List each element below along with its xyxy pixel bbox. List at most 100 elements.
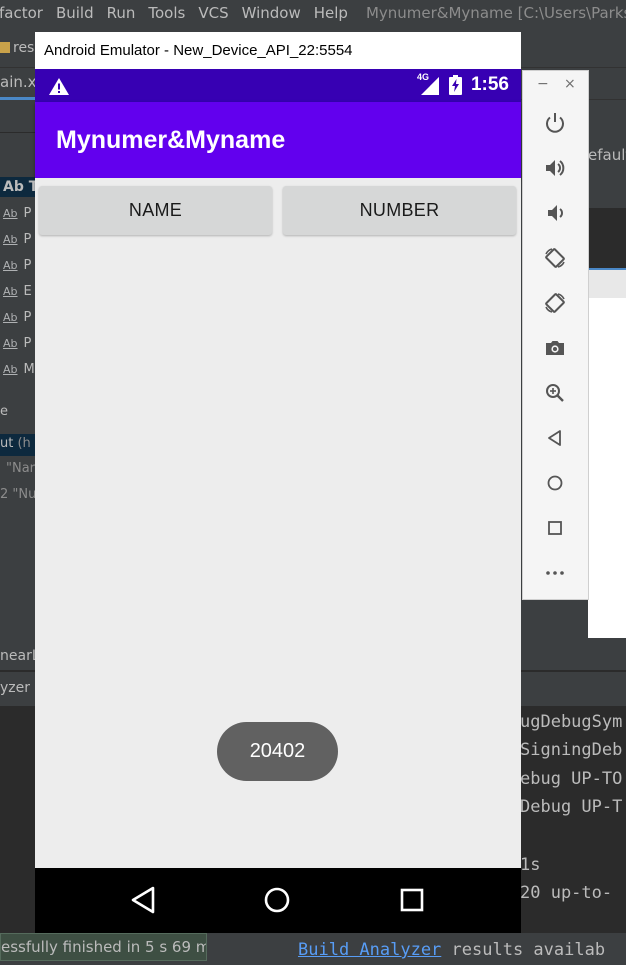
console-line: ebug UP-TO	[520, 769, 623, 789]
nav-back-button[interactable]	[125, 882, 161, 918]
palette-item-textview[interactable]: Ab T	[0, 177, 36, 197]
side-toolbar-header: − ×	[523, 71, 590, 101]
android-status-bar: 4G 1:56	[35, 69, 521, 102]
palette-item[interactable]: Ab M	[0, 359, 36, 379]
menu-run[interactable]: Run	[107, 4, 136, 22]
nav-home-button[interactable]	[259, 882, 295, 918]
component-tree-child[interactable]: "Nar	[0, 460, 36, 478]
rotate-left-button[interactable]	[540, 243, 570, 273]
emulator-side-toolbar: − ×	[522, 70, 589, 600]
component-tree-root[interactable]: ut (h	[0, 434, 36, 456]
component-child-label: "Nu	[12, 487, 36, 502]
back-triangle-icon	[131, 886, 155, 914]
more-icon	[546, 571, 564, 575]
component-tree-label: e	[0, 404, 8, 419]
text-icon: Ab	[3, 284, 18, 298]
console-line: Debug UP-T	[520, 797, 623, 817]
rotate-left-icon	[545, 248, 565, 268]
app-title: Mynumer&Myname	[56, 126, 286, 154]
minimize-button[interactable]: −	[537, 76, 549, 92]
component-tree-child[interactable]: 2 "Nu	[0, 486, 36, 504]
android-nav-bar	[35, 868, 521, 933]
toast-message: 20402	[217, 722, 338, 781]
status-time: 1:56	[470, 74, 509, 95]
warning-icon	[48, 77, 70, 100]
palette-item[interactable]: Ab P	[0, 307, 36, 327]
ide-menubar: factor Build Run Tools VCS Window Help M…	[0, 0, 626, 26]
ide-window-title: Mynumer&Myname [C:\Users\Parksm	[365, 4, 626, 22]
build-analyzer-link[interactable]: Build Analyzer	[298, 940, 441, 960]
component-child-index: 2	[0, 487, 9, 502]
power-button[interactable]	[540, 108, 570, 138]
palette-item-label: Ab T	[3, 179, 36, 195]
build-analyzer-line: Build Analyzer results availab	[298, 940, 605, 960]
palette-item-label: P	[23, 309, 32, 325]
menu-help[interactable]: Help	[314, 4, 348, 22]
overview-icon	[548, 521, 562, 535]
build-analyzer-text: results availab	[441, 940, 606, 960]
home-circle-icon	[264, 887, 290, 913]
text-icon: Ab	[3, 336, 18, 350]
power-icon	[546, 113, 564, 133]
text-icon: Ab	[3, 362, 18, 376]
console-line: SigningDeb	[520, 740, 623, 760]
back-icon	[548, 430, 561, 446]
menu-build[interactable]: Build	[56, 4, 94, 22]
close-button[interactable]: ×	[564, 76, 576, 92]
app-bar: Mynumer&Myname	[35, 102, 521, 178]
palette-item-label: E	[23, 283, 32, 299]
palette-item-label: M	[23, 361, 35, 377]
menu-vcs[interactable]: VCS	[198, 4, 228, 22]
volume-up-button[interactable]	[540, 153, 570, 183]
home-button[interactable]	[540, 468, 570, 498]
palette-item[interactable]: Ab P	[0, 333, 36, 353]
overview-square-icon	[400, 888, 424, 912]
ide-breadcrumb[interactable]: res	[0, 40, 34, 56]
menu-tools[interactable]: Tools	[148, 4, 185, 22]
palette-divider	[0, 132, 36, 133]
nav-overview-button[interactable]	[394, 882, 430, 918]
overview-button[interactable]	[540, 513, 570, 543]
palette-item[interactable]: Ab P	[0, 203, 36, 223]
text-icon: Ab	[3, 258, 18, 272]
emulator-titlebar[interactable]: Android Emulator - New_Device_API_22:555…	[35, 32, 521, 69]
text-icon: Ab	[3, 310, 18, 324]
theme-selector[interactable]: efault	[588, 146, 626, 164]
status-right-group: 4G 1:56	[417, 72, 509, 96]
home-icon	[547, 475, 563, 491]
build-analyzer-tab[interactable]: yzer	[0, 680, 30, 696]
status-message[interactable]: essfully finished in 5 s 69 ms.	[0, 933, 207, 961]
app-content: NAME NUMBER 20402	[35, 178, 521, 868]
palette-item-label: P	[23, 257, 32, 273]
name-button[interactable]: NAME	[39, 186, 272, 235]
emulator-title: Android Emulator - New_Device_API_22:555…	[44, 42, 353, 59]
rotate-right-button[interactable]	[540, 288, 570, 318]
back-button[interactable]	[540, 423, 570, 453]
component-root-label: ut	[0, 436, 14, 451]
zoom-button[interactable]	[540, 378, 570, 408]
volume-down-button[interactable]	[540, 198, 570, 228]
more-button[interactable]	[540, 558, 570, 588]
palette-item[interactable]: Ab P	[0, 255, 36, 275]
screenshot-button[interactable]	[540, 333, 570, 363]
menu-refactor[interactable]: factor	[0, 4, 43, 22]
text-icon: Ab	[3, 206, 18, 220]
emulator-window: Android Emulator - New_Device_API_22:555…	[35, 32, 521, 933]
layout-toolbar	[588, 208, 626, 268]
folder-icon	[0, 42, 10, 53]
palette-item-label: P	[23, 231, 32, 247]
number-button[interactable]: NUMBER	[283, 186, 516, 235]
volume-up-icon	[546, 160, 565, 176]
signal-icon: 4G	[417, 72, 439, 95]
rotate-right-icon	[545, 293, 565, 313]
design-surface	[588, 270, 626, 638]
console-line: 20 up-to-	[520, 883, 613, 903]
palette-item[interactable]: Ab P	[0, 229, 36, 249]
menu-window[interactable]: Window	[242, 4, 301, 22]
zoom-icon	[546, 384, 564, 402]
palette-item[interactable]: Ab E	[0, 281, 36, 301]
component-root-hint: (h	[17, 436, 31, 451]
console-line: ugDebugSym	[520, 712, 623, 732]
text-icon: Ab	[3, 232, 18, 246]
breadcrumb-label: res	[13, 40, 35, 56]
